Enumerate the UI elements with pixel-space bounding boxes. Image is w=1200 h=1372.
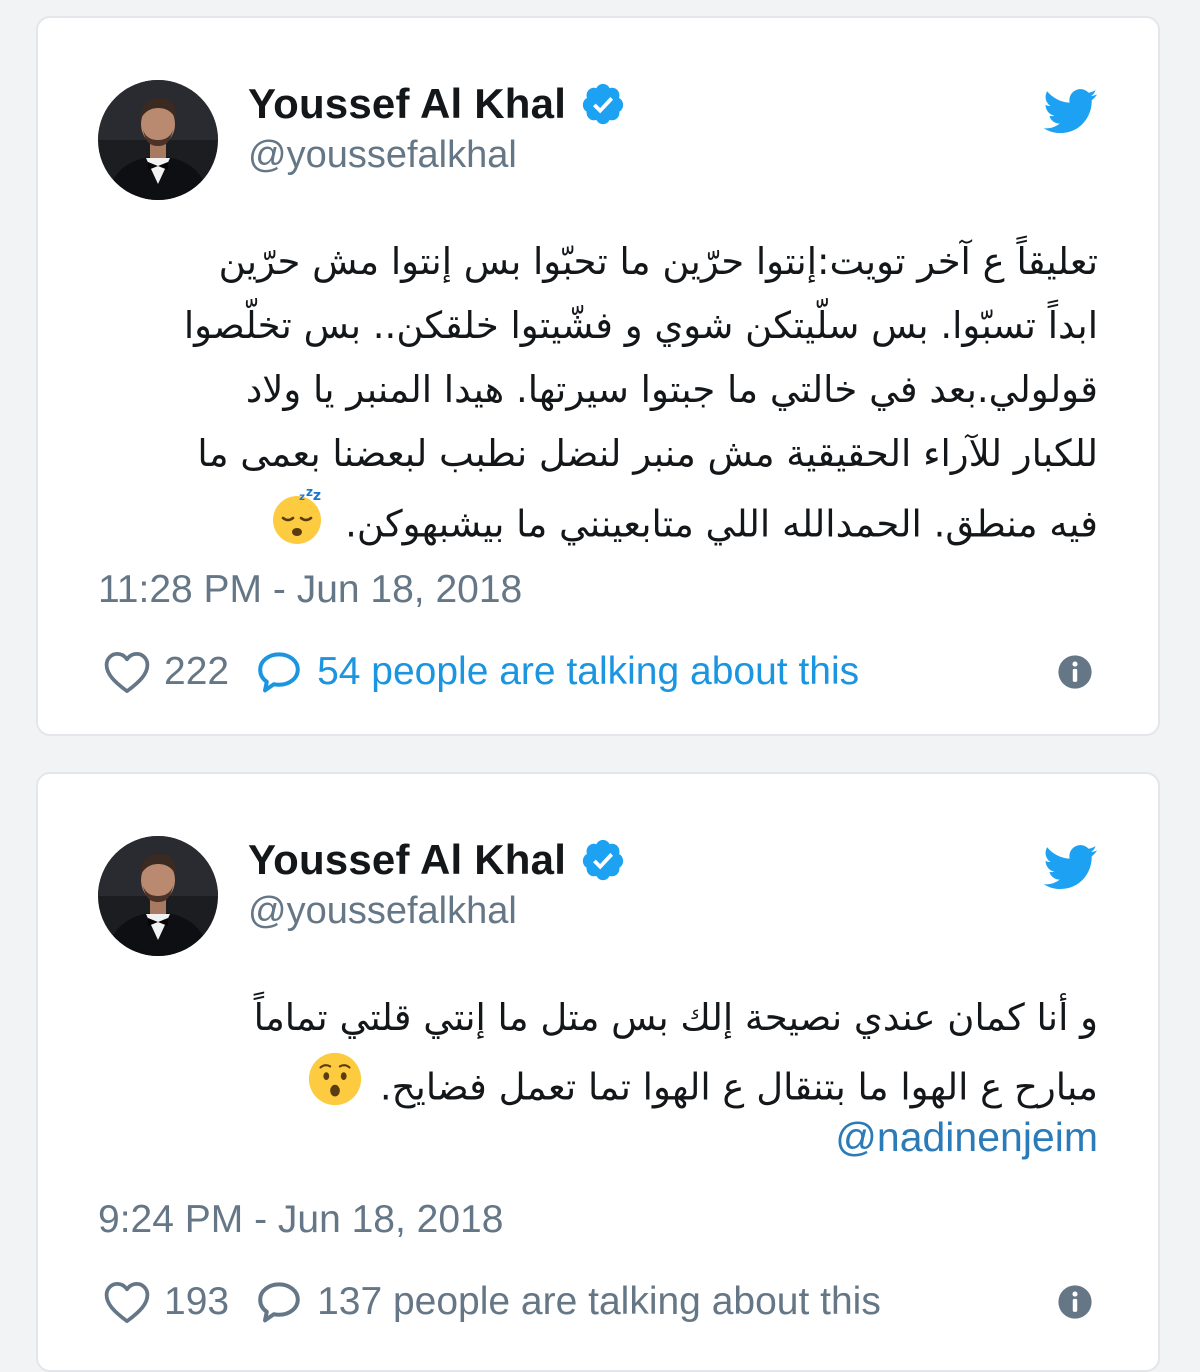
tweet-text-line-last: فيه منطق. الحمدالله اللي متابعينني ما بي… <box>98 486 1098 566</box>
tweet-text-line: تعليقاً ع آخر تويت:إنتوا حرّين ما تحبّوا… <box>218 240 1098 283</box>
author-name[interactable]: Youssef Al Khal <box>248 836 566 884</box>
info-icon[interactable] <box>1056 1283 1094 1321</box>
tweet-text: و أنا كمان عندي نصيحة إلك بس متل ما إنتي… <box>138 986 1098 1128</box>
tweet-text-line: للكبار للآراء الحقيقية مش منبر لنضل نطبب… <box>197 432 1098 475</box>
tweet-text-line: مبارح ع الهوا ما بتنقال ع الهوا تما تعمل… <box>379 1065 1098 1109</box>
author-handle[interactable]: @youssefalkhal <box>248 890 517 933</box>
tweet-text: تعليقاً ع آخر تويت:إنتوا حرّين ما تحبّوا… <box>98 230 1098 566</box>
verified-badge-icon <box>580 837 626 883</box>
author-name-row: Youssef Al Khal <box>248 78 626 130</box>
like-count[interactable]: 222 <box>164 650 229 694</box>
verified-badge-icon <box>580 81 626 127</box>
tweet-text-line: قولولي.بعد في خالتي ما جبتوا سيرتها. هيد… <box>245 368 1098 411</box>
tweet-actions: 222 54 people are talking about this <box>102 642 1094 702</box>
like-count[interactable]: 193 <box>164 1280 229 1324</box>
mention-link[interactable]: @nadinenjeim <box>835 1114 1098 1161</box>
tweet-text-line: فيه منطق. الحمدالله اللي متابعينني ما بي… <box>345 502 1098 546</box>
heart-icon[interactable] <box>102 647 152 697</box>
author-name-row: Youssef Al Khal <box>248 834 626 886</box>
tweet-timestamp[interactable]: 9:24 PM - Jun 18, 2018 <box>98 1198 503 1242</box>
tweet-text-line: ابداً تسبّوا. بس سلّيتكن شوي و فشّيتوا خ… <box>183 304 1098 347</box>
author-handle[interactable]: @youssefalkhal <box>248 134 517 177</box>
twitter-bird-icon[interactable] <box>1044 84 1098 143</box>
tweet-actions: 193 137 people are talking about this <box>102 1272 1094 1332</box>
tweet-text-line: و أنا كمان عندي نصيحة إلك بس متل ما إنتي… <box>253 996 1098 1039</box>
author-name[interactable]: Youssef Al Khal <box>248 80 566 128</box>
talking-about-link[interactable]: 54 people are talking about this <box>317 650 859 694</box>
reply-bubble-icon[interactable] <box>255 648 303 696</box>
heart-icon[interactable] <box>102 1277 152 1327</box>
reply-bubble-icon[interactable] <box>255 1278 303 1326</box>
talking-about-link[interactable]: 137 people are talking about this <box>317 1280 881 1324</box>
sleeping-face-emoji <box>269 486 329 566</box>
author-avatar[interactable] <box>98 80 218 200</box>
author-avatar[interactable] <box>98 836 218 956</box>
twitter-bird-icon[interactable] <box>1044 840 1098 899</box>
tweet-timestamp[interactable]: 11:28 PM - Jun 18, 2018 <box>98 568 522 612</box>
info-icon[interactable] <box>1056 653 1094 691</box>
tweet-card[interactable]: Youssef Al Khal @youssefalkhal و أنا كما… <box>36 772 1160 1372</box>
hushed-face-emoji <box>306 1050 364 1128</box>
tweet-card[interactable]: Youssef Al Khal @youssefalkhal تعليقاً ع… <box>36 16 1160 736</box>
